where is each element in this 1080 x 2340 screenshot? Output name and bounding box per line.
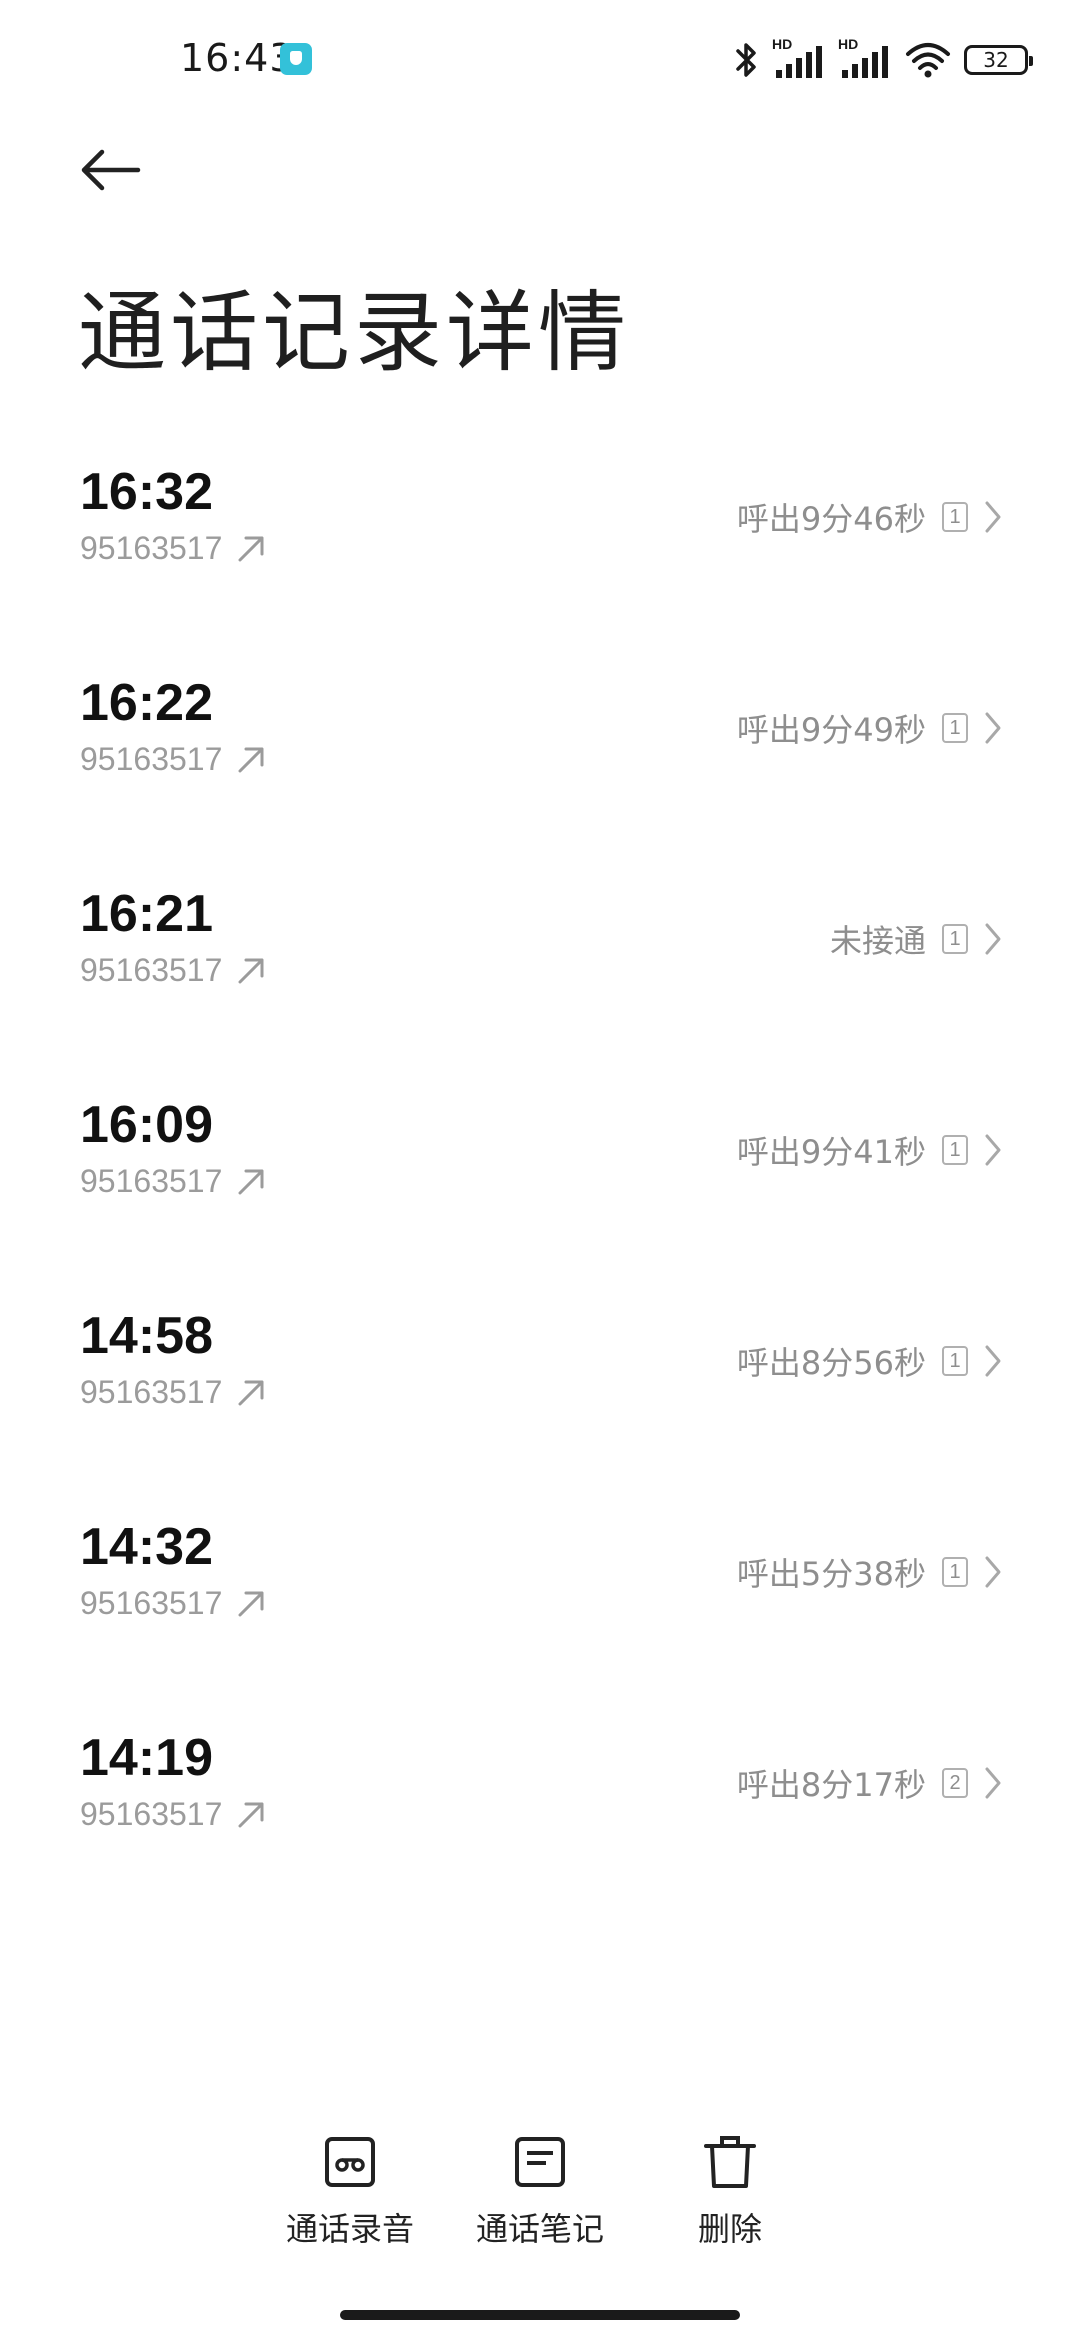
bottom-toolbar: 通话录音 通话笔记 删除 (0, 2130, 1080, 2260)
outgoing-call-arrow-icon (236, 745, 266, 775)
delete-label: 删除 (697, 2210, 762, 2248)
call-number: 95163517 (80, 1374, 223, 1410)
call-status: 呼出9分41秒 (736, 1133, 926, 1171)
call-item[interactable]: 16:21 95163517 未接通 1 (0, 844, 1080, 1055)
call-detail-link[interactable]: 未接通 1 (830, 916, 1002, 962)
call-number: 95163517 (80, 1585, 223, 1621)
status-time: 16:43 (180, 36, 295, 80)
home-indicator[interactable] (340, 2310, 740, 2320)
call-number-row: 95163517 (80, 1585, 266, 1622)
wifi-icon (904, 40, 952, 80)
sim-badge: 1 (942, 924, 968, 954)
call-number: 95163517 (80, 741, 223, 777)
call-detail-link[interactable]: 呼出9分41秒 1 (737, 1127, 1002, 1173)
sim-badge: 1 (942, 1557, 968, 1587)
sim-badge: 1 (942, 713, 968, 743)
call-recording-label: 通话录音 (285, 2210, 414, 2248)
call-time: 14:58 (80, 1307, 213, 1365)
call-recording-button[interactable]: 通话录音 (250, 2130, 450, 2250)
chevron-right-icon (984, 1766, 1002, 1800)
voicemail-recording-icon (324, 2130, 376, 2194)
call-list: 16:32 95163517 呼出9分46秒 1 16:22 95163517 (0, 422, 1080, 1899)
chevron-right-icon (984, 1133, 1002, 1167)
call-status: 呼出9分49秒 (736, 711, 926, 749)
call-item[interactable]: 14:58 95163517 呼出8分56秒 1 (0, 1266, 1080, 1477)
call-item[interactable]: 16:09 95163517 呼出9分41秒 1 (0, 1055, 1080, 1266)
security-app-icon (280, 43, 312, 75)
call-detail-link[interactable]: 呼出8分17秒 2 (737, 1760, 1002, 1806)
outgoing-call-arrow-icon (236, 1800, 266, 1830)
call-detail-link[interactable]: 呼出9分46秒 1 (737, 494, 1002, 540)
arrow-left-icon (78, 146, 142, 198)
back-button[interactable] (72, 140, 148, 204)
call-status: 未接通 (829, 922, 926, 960)
trash-icon (704, 2130, 756, 2194)
delete-button[interactable]: 删除 (630, 2130, 830, 2250)
call-number: 95163517 (80, 1163, 223, 1199)
chevron-right-icon (984, 500, 1002, 534)
outgoing-call-arrow-icon (236, 534, 266, 564)
chevron-right-icon (984, 1344, 1002, 1378)
sim-badge: 1 (942, 1346, 968, 1376)
call-time: 16:21 (80, 885, 213, 943)
signal-sim2-icon: HD (838, 36, 892, 80)
call-detail-link[interactable]: 呼出8分56秒 1 (737, 1338, 1002, 1384)
call-status: 呼出9分46秒 (736, 500, 926, 538)
call-number: 95163517 (80, 952, 223, 988)
call-status: 呼出8分17秒 (736, 1766, 926, 1804)
call-number-row: 95163517 (80, 530, 266, 567)
outgoing-call-arrow-icon (236, 956, 266, 986)
chevron-right-icon (984, 711, 1002, 745)
outgoing-call-arrow-icon (236, 1167, 266, 1197)
call-status: 呼出8分56秒 (736, 1344, 926, 1382)
call-item[interactable]: 14:19 95163517 呼出8分17秒 2 (0, 1688, 1080, 1899)
chevron-right-icon (984, 922, 1002, 956)
call-time: 16:22 (80, 674, 213, 732)
call-number-row: 95163517 (80, 1163, 266, 1200)
call-time: 16:32 (80, 463, 213, 521)
call-notes-label: 通话笔记 (475, 2210, 604, 2248)
status-bar: 16:43 HD HD 32 (0, 0, 1080, 120)
call-number-row: 95163517 (80, 1796, 266, 1833)
call-number-row: 95163517 (80, 741, 266, 778)
outgoing-call-arrow-icon (236, 1589, 266, 1619)
call-detail-link[interactable]: 呼出5分38秒 1 (737, 1549, 1002, 1595)
call-number: 95163517 (80, 1796, 223, 1832)
status-icons: HD HD 32 (734, 36, 1033, 82)
page-title: 通话记录详情 (78, 281, 631, 384)
outgoing-call-arrow-icon (236, 1378, 266, 1408)
call-time: 14:32 (80, 1518, 213, 1576)
call-status: 呼出5分38秒 (736, 1555, 926, 1593)
call-number-row: 95163517 (80, 1374, 266, 1411)
note-icon (514, 2130, 566, 2194)
call-time: 14:19 (80, 1729, 213, 1787)
call-item[interactable]: 16:32 95163517 呼出9分46秒 1 (0, 422, 1080, 633)
signal-sim1-icon: HD (772, 36, 826, 80)
chevron-right-icon (984, 1555, 1002, 1589)
battery-icon: 32 (964, 45, 1033, 75)
sim-badge: 1 (942, 1135, 968, 1165)
sim-badge: 1 (942, 502, 968, 532)
sim-badge: 2 (942, 1768, 968, 1798)
call-number: 95163517 (80, 530, 223, 566)
call-time: 16:09 (80, 1096, 213, 1154)
call-notes-button[interactable]: 通话笔记 (440, 2130, 640, 2250)
call-item[interactable]: 14:32 95163517 呼出5分38秒 1 (0, 1477, 1080, 1688)
call-item[interactable]: 16:22 95163517 呼出9分49秒 1 (0, 633, 1080, 844)
call-number-row: 95163517 (80, 952, 266, 989)
call-detail-link[interactable]: 呼出9分49秒 1 (737, 705, 1002, 751)
bluetooth-icon (734, 40, 760, 80)
call-log-detail-screen: 16:43 HD HD 32 通话记录详情 16:32 95163517 呼出9… (0, 0, 1080, 2340)
